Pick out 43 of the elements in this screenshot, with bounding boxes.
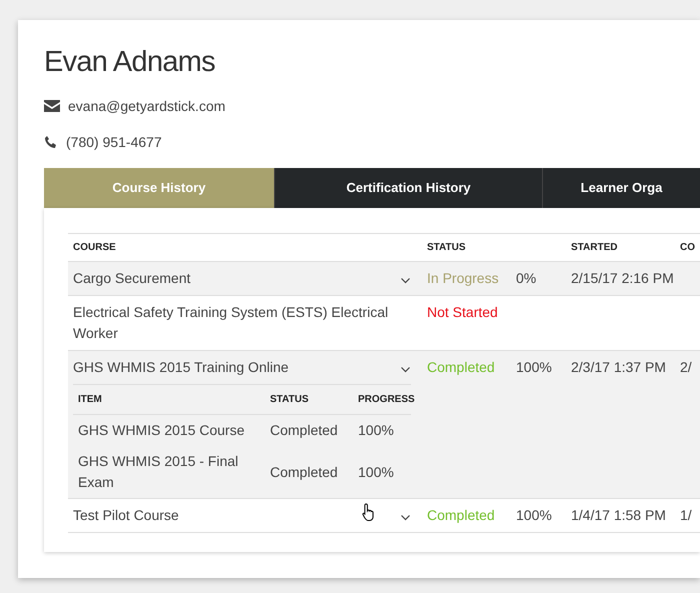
chevron-down-icon[interactable]: [401, 515, 410, 521]
progress-value: 100%: [516, 359, 552, 375]
email-text: evana@getyardstick.com: [68, 96, 226, 116]
course-row[interactable]: Cargo Securement In Progress 0% 2/15/17 2:16 PM: [68, 262, 700, 296]
course-row[interactable]: Electrical Safety Training System (ESTS) Electrical Worker Not Started: [68, 296, 700, 351]
column-header: COURSE: [72, 241, 117, 255]
column-header: STATUS: [426, 241, 467, 255]
course-name: Test Pilot Course: [73, 506, 179, 525]
progress-value: 100%: [516, 507, 552, 523]
course-name: GHS WHMIS 2015 Training Online: [73, 358, 289, 377]
phone-icon: [44, 135, 58, 149]
phone-text: (780) 951-4677: [66, 132, 162, 152]
date-value: 1/: [680, 507, 692, 523]
item-status: Completed: [269, 462, 339, 482]
started-date: 2/15/17 2:16 PM: [571, 270, 674, 286]
chevron-down-icon[interactable]: [401, 278, 410, 284]
item-status: Completed: [269, 421, 339, 440]
started-date: 2/3/17 1:37 PM: [571, 359, 666, 375]
course-status: In Progress: [427, 270, 499, 286]
hand-pointer-icon: [362, 503, 376, 521]
course-name: Cargo Securement: [73, 269, 191, 288]
column-header: CO: [679, 241, 696, 255]
course-status: Not Started: [427, 304, 498, 320]
column-header: STARTED: [570, 241, 618, 255]
column-header: ITEM: [77, 393, 103, 407]
learner-name: Evan Adnams: [44, 45, 216, 80]
course-row[interactable]: GHS WHMIS 2015 Training Online ITEM STATUS PROGRESS GHS WHMIS 2015 Course Completed 100% GHS WHMIS 2015 - Final Exam Completed 100% Completed 100% 2/3/17 1:37 PM 2/: [68, 351, 700, 499]
date-value: 2/: [680, 359, 692, 375]
course-status: Completed: [427, 359, 495, 375]
item-progress: 100%: [357, 462, 395, 482]
started-date: 1/4/17 1:58 PM: [571, 507, 666, 523]
progress-value: 0%: [516, 270, 536, 286]
course-status: Completed: [427, 507, 495, 523]
item-name: GHS WHMIS 2015 - Final Exam: [77, 452, 240, 492]
course-row[interactable]: Test Pilot Course Completed 100% 1/4/17 1:58 PM 1/: [68, 499, 700, 533]
tab[interactable]: Learner Orga: [542, 168, 700, 208]
tab[interactable]: Certification History: [274, 168, 542, 208]
item-progress: 100%: [357, 421, 395, 440]
chevron-down-icon[interactable]: [401, 367, 410, 373]
column-header: STATUS: [269, 393, 310, 407]
item-name: GHS WHMIS 2015 Course: [77, 421, 246, 440]
envelope-icon: [44, 100, 60, 112]
course-name: Electrical Safety Training System (ESTS) Electrical Worker: [73, 303, 390, 343]
